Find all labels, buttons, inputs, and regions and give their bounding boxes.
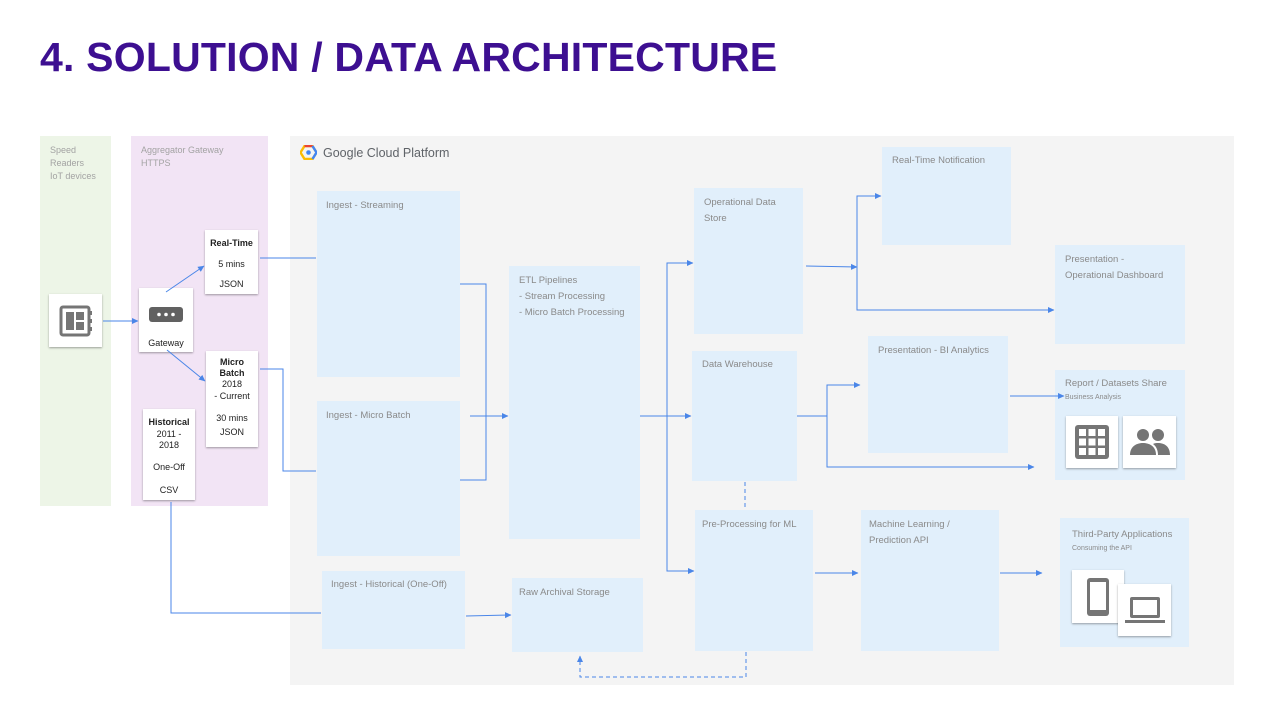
connector-arrows <box>103 193 1065 678</box>
arrow-dw-bi <box>826 382 861 416</box>
arrow-gateway-microbatch <box>166 349 206 382</box>
arrow-historical-raw <box>465 612 512 619</box>
arrow-dw-report <box>826 416 1035 470</box>
line-streaming-etl <box>460 283 487 416</box>
line-microbatch-ingest <box>260 368 316 472</box>
arrow-ods-dashboard <box>856 267 1055 313</box>
dashed-preml-raw <box>577 652 747 678</box>
arrow-ods-notification <box>856 193 882 267</box>
arrow-gateway-realtime <box>165 265 205 293</box>
arrow-etl-preml <box>666 416 695 574</box>
line-historical-ingest <box>170 502 321 614</box>
line-microbatch-etl <box>460 416 487 481</box>
arrow-etl-ods <box>666 260 694 416</box>
arrow-ods-split <box>805 263 858 270</box>
